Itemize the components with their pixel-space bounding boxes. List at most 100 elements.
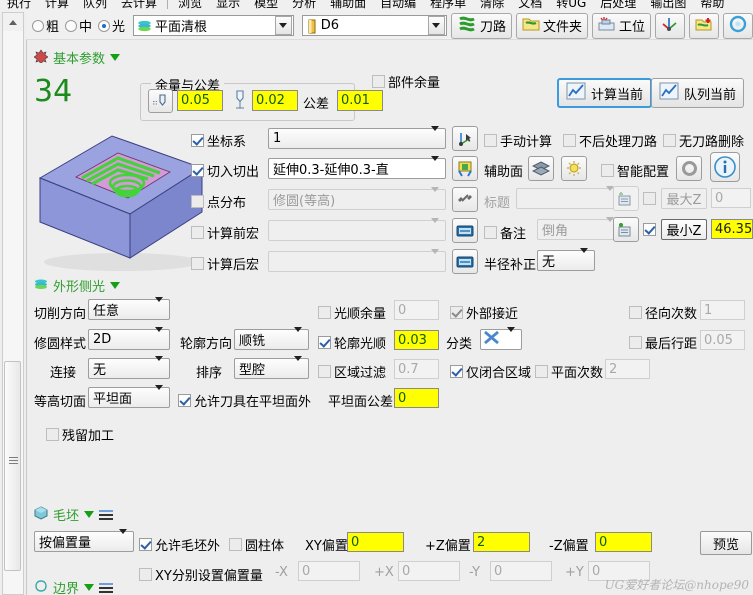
sort-select[interactable]: 型腔	[234, 356, 309, 379]
stock-mode-select[interactable]: 按偏置量	[34, 529, 134, 552]
smart-config-checkbox[interactable]: 智能配置	[601, 161, 669, 180]
allow-outside-stock-checkbox[interactable]: 允许毛坯外	[139, 535, 220, 554]
area-filter-input[interactable]: 0.7	[394, 359, 439, 379]
macro-before-select[interactable]	[268, 218, 446, 241]
coord-system-checkbox[interactable]: 坐标系	[191, 131, 246, 150]
menu-item-model[interactable]: 模型	[247, 0, 285, 12]
toolpath-add-button[interactable]	[689, 12, 719, 39]
point-distribution-select[interactable]: 修圆(等高)	[268, 187, 446, 210]
rest-machining-checkbox[interactable]: 残留加工	[46, 425, 114, 444]
stock-list-icon[interactable]	[99, 509, 114, 520]
point-distribution-checkbox[interactable]: 点分布	[191, 192, 246, 211]
remark-select[interactable]: 倒角	[537, 217, 621, 240]
axis-button[interactable]	[655, 12, 685, 39]
group-header-stock[interactable]: 毛坯	[34, 505, 114, 524]
tolerance-input[interactable]: 0.01	[337, 90, 383, 111]
group-header-basic[interactable]: 基本参数	[33, 48, 121, 67]
no-post-checkbox[interactable]: 不后处理刀路	[563, 131, 657, 150]
menu-item-output-image[interactable]: 输出图	[643, 0, 693, 12]
menu-item-to-ug[interactable]: 转UG	[549, 0, 593, 12]
radius-comp-pick-button[interactable]	[452, 249, 478, 274]
contour-surface-select[interactable]: 平坦面	[88, 385, 170, 408]
scroll-up-arrow[interactable]	[3, 13, 23, 31]
remark-pick-button[interactable]	[452, 218, 478, 243]
z-minus-offset-input[interactable]: 0	[595, 532, 652, 552]
aux-layers-button[interactable]	[528, 156, 554, 181]
tool-combo[interactable]: D6	[301, 15, 447, 36]
menu-item-display[interactable]: 显示	[209, 0, 247, 12]
macro-after-select[interactable]	[268, 249, 446, 272]
scroll-thumb[interactable]	[4, 361, 21, 571]
radio-finish[interactable]: 光	[98, 16, 129, 35]
part-stock-checkbox[interactable]: 部件余量	[372, 72, 440, 91]
xy-offset-input[interactable]: 0	[347, 532, 404, 552]
group-header-boundary[interactable]: 边界	[34, 578, 114, 595]
title-add-button[interactable]	[613, 186, 639, 211]
classify-select[interactable]	[480, 327, 522, 350]
collapse-caret-icon-profile[interactable]	[110, 282, 121, 289]
menu-item-help[interactable]: 帮助	[693, 0, 731, 12]
operation-type-dropdown-button[interactable]	[274, 16, 292, 35]
preview-button[interactable]: 预览	[700, 531, 753, 555]
menu-item-program-sheet[interactable]: 程序单	[423, 0, 473, 12]
menu-item-clear[interactable]: 清除	[473, 0, 511, 12]
floor-stock-input[interactable]: 0.02	[252, 90, 298, 111]
max-z-input[interactable]: 0	[711, 188, 751, 208]
flat-tolerance-input[interactable]: 0	[394, 388, 439, 408]
menu-item-calculate[interactable]: 计算	[38, 0, 76, 12]
radial-count-input[interactable]: 1	[700, 300, 745, 320]
z-plus-offset-input[interactable]: 2	[473, 532, 530, 552]
side-stock-icon-button[interactable]	[148, 89, 173, 113]
queue-current-button[interactable]: 队列当前	[651, 78, 745, 108]
allow-outside-checkbox[interactable]: 允许刀具在平坦面外	[178, 391, 311, 410]
menu-item-uncalculate[interactable]: 去计算	[114, 0, 164, 12]
radio-rough[interactable]: 粗	[32, 16, 63, 35]
circle-button[interactable]	[723, 12, 753, 39]
coord-system-select[interactable]: 1	[268, 126, 446, 149]
contour-smooth-checkbox[interactable]: 轮廓光顺	[318, 333, 386, 352]
lead-in-out-checkbox[interactable]: 切入切出	[191, 161, 259, 180]
min-z-button[interactable]: 最小Z	[661, 219, 707, 240]
menu-item-document[interactable]: 文档	[511, 0, 549, 12]
manual-calc-checkbox[interactable]: 手动计算	[484, 131, 552, 150]
menu-item-analysis[interactable]: 分析	[285, 0, 323, 12]
outer-approach-checkbox[interactable]: 外部接近	[450, 303, 518, 322]
connect-select[interactable]: 无	[88, 356, 170, 379]
max-z-button[interactable]: 最大Z	[661, 188, 707, 209]
collapse-caret-icon-stock[interactable]	[84, 511, 95, 518]
menu-item-auto-program[interactable]: 自动编	[373, 0, 423, 12]
radial-count-checkbox[interactable]: 径向次数	[629, 303, 697, 322]
area-filter-checkbox[interactable]: 区域过滤	[318, 362, 386, 381]
menu-item-execute[interactable]: 执行	[0, 0, 38, 12]
radio-medium[interactable]: 中	[65, 16, 96, 35]
menu-item-post-process[interactable]: 后处理	[593, 0, 643, 12]
toolpath-button[interactable]: 刀路	[450, 12, 512, 39]
last-step-input[interactable]: 0.05	[700, 330, 745, 350]
remark-add-button[interactable]	[613, 217, 639, 242]
last-step-checkbox[interactable]: 最后行距	[629, 333, 697, 352]
menu-item-aux-surface[interactable]: 辅助面	[323, 0, 373, 12]
max-z-checkbox[interactable]	[643, 192, 656, 205]
title-field-select[interactable]	[516, 186, 621, 209]
group-header-profile[interactable]: 外形侧光	[34, 276, 121, 295]
menu-item-queue[interactable]: 队列	[76, 0, 114, 12]
station-button[interactable]: 工位	[591, 12, 651, 39]
coord-pick-button[interactable]	[452, 126, 478, 151]
panel-scrollbar[interactable]	[2, 12, 24, 595]
plus-x-input[interactable]: 0	[398, 561, 460, 581]
round-style-select[interactable]: 2D	[88, 327, 170, 350]
xy-separate-checkbox[interactable]: XY分别设置偏置量	[139, 565, 263, 584]
macro-after-checkbox[interactable]: 计算后宏	[191, 254, 259, 273]
calculate-current-button[interactable]: 计算当前	[557, 78, 653, 108]
flat-count-checkbox[interactable]: 平面次数	[535, 362, 603, 381]
operation-type-combo[interactable]: 平面清根	[133, 15, 294, 36]
contour-direction-select[interactable]: 顺铣	[234, 327, 309, 350]
boundary-list-icon[interactable]	[99, 582, 114, 593]
contour-smooth-input[interactable]: 0.03	[394, 330, 439, 350]
title-pick-button[interactable]	[452, 187, 478, 212]
tool-dropdown-button[interactable]	[427, 16, 445, 35]
closed-only-checkbox[interactable]: 仅闭合区域	[450, 362, 531, 381]
radius-comp-select[interactable]: 无	[537, 248, 595, 271]
aux-surface-pick-button[interactable]	[452, 156, 478, 181]
remark-checkbox[interactable]: 备注	[484, 223, 526, 242]
